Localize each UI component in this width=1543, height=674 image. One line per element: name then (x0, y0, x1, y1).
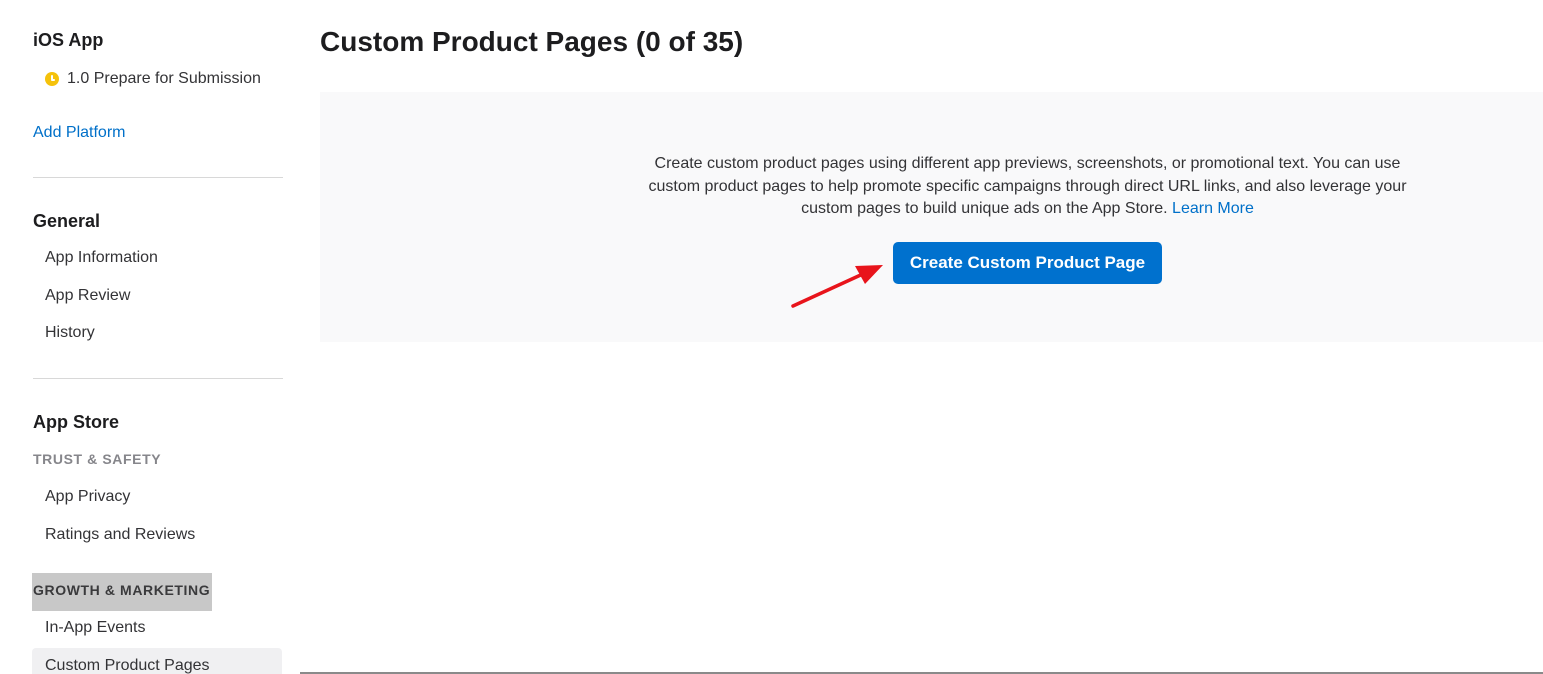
sidebar-item-history[interactable]: History (45, 324, 95, 342)
learn-more-link[interactable]: Learn More (1172, 200, 1254, 217)
page-title: Custom Product Pages (0 of 35) (320, 26, 744, 57)
create-custom-product-page-button[interactable]: Create Custom Product Page (893, 242, 1162, 284)
caption-growth-marketing: GROWTH & MARKETING (33, 582, 211, 598)
version-item[interactable]: 1.0 Prepare for Submission (45, 68, 261, 90)
sidebar-item-app-review[interactable]: App Review (45, 287, 130, 305)
sidebar: iOS App 1.0 Prepare for Submission Add P… (0, 0, 300, 674)
section-title-app-store: App Store (33, 412, 120, 432)
arrow-shaft (791, 271, 867, 308)
sidebar-item-custom-product-pages[interactable]: Custom Product Pages (45, 657, 210, 674)
red-arrow-annotation (791, 265, 883, 308)
divider (33, 177, 283, 178)
sidebar-item-app-information[interactable]: App Information (45, 249, 158, 267)
clock-status-icon (45, 72, 59, 86)
version-label: 1.0 Prepare for Submission (67, 70, 261, 87)
section-title-general: General (33, 211, 101, 231)
sidebar-item-in-app-events[interactable]: In-App Events (45, 619, 146, 637)
sidebar-item-ratings-and-reviews[interactable]: Ratings and Reviews (45, 526, 195, 544)
empty-state-description: Create custom product pages using differ… (648, 155, 1407, 217)
add-platform-link[interactable]: Add Platform (33, 124, 125, 142)
platform-title: iOS App (33, 30, 104, 50)
empty-state-text: Create custom product pages using differ… (640, 153, 1415, 221)
caption-trust-safety: TRUST & SAFETY (33, 451, 162, 467)
sidebar-item-app-privacy[interactable]: App Privacy (45, 488, 130, 506)
divider (33, 378, 283, 379)
